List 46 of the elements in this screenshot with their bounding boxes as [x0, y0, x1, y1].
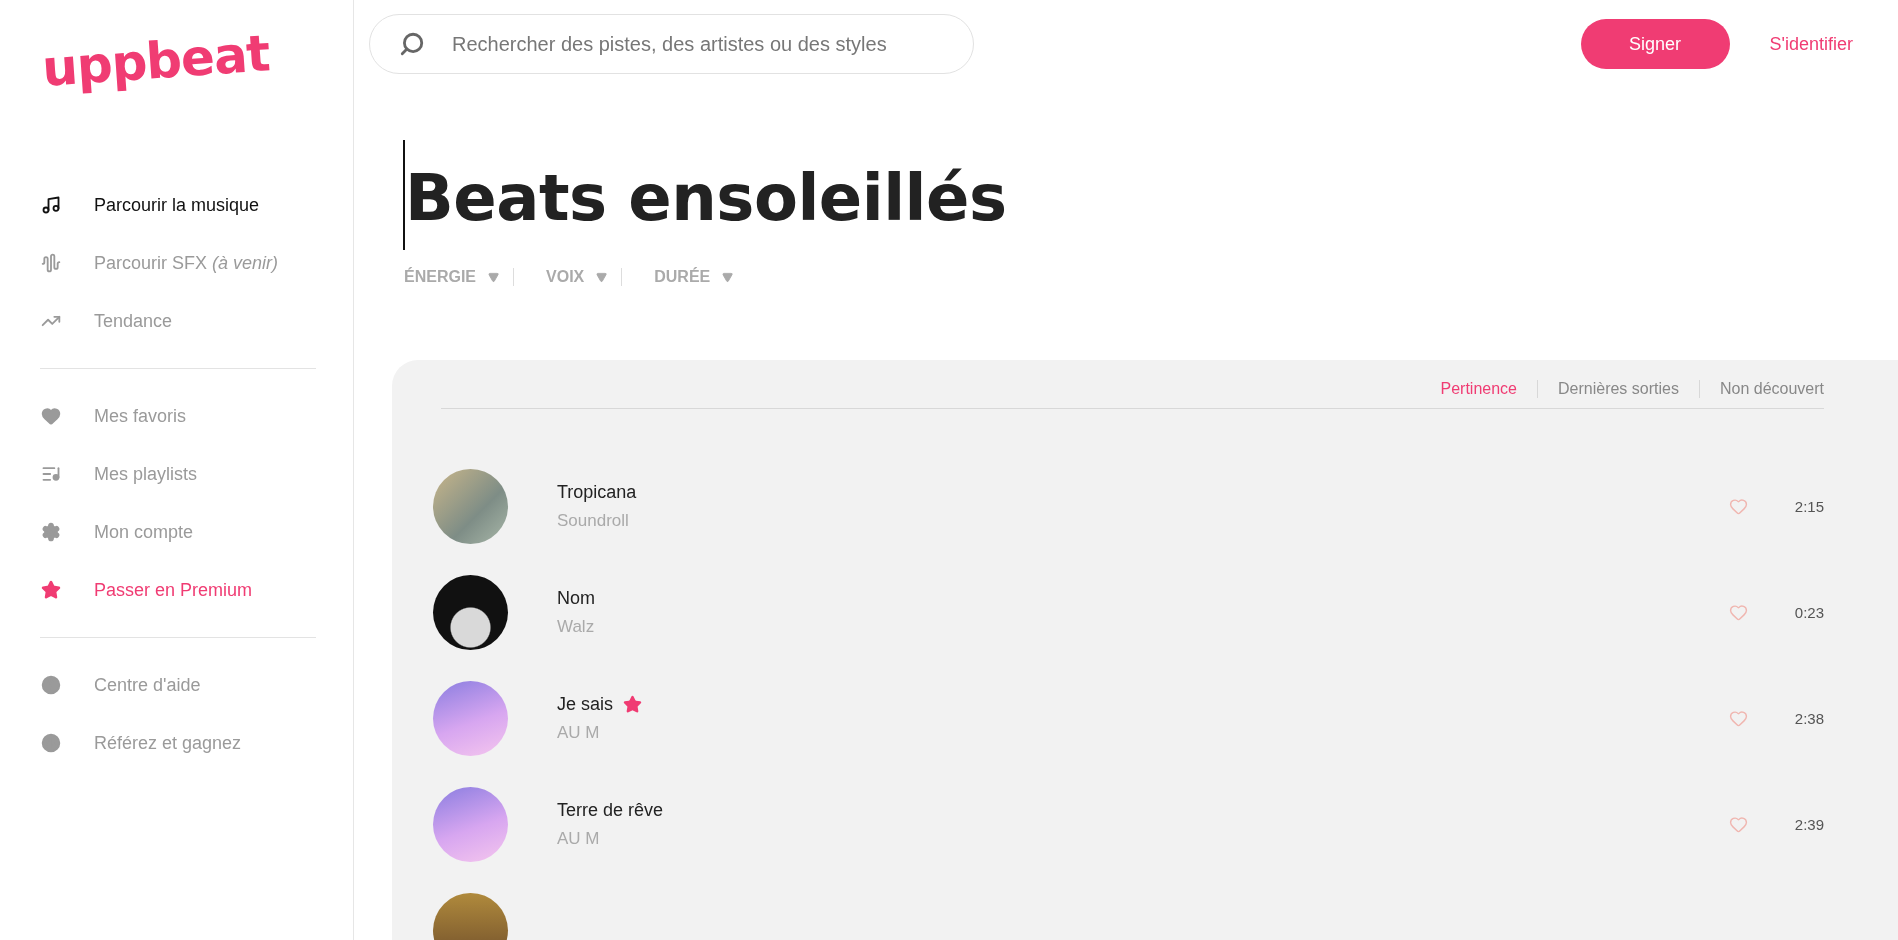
playlist-icon: [41, 464, 61, 484]
sort-tab[interactable]: Pertinence: [1420, 380, 1537, 398]
artist-name[interactable]: AU M: [557, 828, 1729, 849]
sort-tab[interactable]: Non découvert: [1698, 380, 1824, 398]
artist-name[interactable]: Walz: [557, 616, 1729, 637]
track-title[interactable]: Terre de rêve: [557, 799, 664, 821]
track-title[interactable]: Je sais: [557, 693, 614, 715]
settings-icon: [41, 522, 61, 542]
track-duration: 2:39: [1793, 815, 1824, 833]
filter-dropdown[interactable]: VOIX: [546, 268, 623, 286]
track-title[interactable]: Nom: [557, 587, 595, 609]
caret-icon: [596, 271, 608, 283]
waveform-icon: [41, 253, 61, 273]
sidebar-item[interactable]: Centre d'aide: [40, 656, 353, 714]
sidebar-item[interactable]: Mes playlists: [40, 445, 353, 503]
track-duration: 0:23: [1793, 603, 1824, 621]
sidebar-item[interactable]: Passer en Premium: [40, 561, 353, 619]
sidebar-item[interactable]: Référez et gagnez: [40, 714, 353, 772]
sort-tab[interactable]: Dernières sorties: [1537, 380, 1699, 398]
heart-icon: [41, 406, 61, 426]
star-icon: [41, 580, 61, 600]
search-field[interactable]: Rechercher des pistes, des artistes ou des styles: [369, 14, 974, 74]
artist-name[interactable]: Soundroll: [557, 510, 1729, 531]
sidebar-item[interactable]: Tendance: [40, 292, 353, 350]
like-button[interactable]: [1729, 708, 1748, 728]
login-link[interactable]: S'identifier: [1769, 33, 1853, 55]
sidebar-item[interactable]: Mon compte: [40, 503, 353, 561]
page-title: Beats ensoleillés: [405, 161, 1007, 235]
filter-dropdown[interactable]: DURÉE: [654, 268, 748, 286]
like-button[interactable]: [1729, 602, 1748, 622]
music-note-icon: [41, 195, 61, 215]
sidebar-item[interactable]: Parcourir la musique: [40, 176, 353, 234]
caret-icon: [488, 271, 499, 283]
logo[interactable]: uppbeat: [40, 28, 271, 94]
track-duration: 2:38: [1793, 709, 1824, 727]
track-duration: 2:15: [1793, 497, 1824, 515]
like-button[interactable]: [1729, 496, 1748, 516]
search-icon: [399, 31, 425, 57]
like-button[interactable]: [1729, 814, 1748, 834]
track-title[interactable]: Tropicana: [557, 481, 637, 503]
artist-name[interactable]: AU M: [557, 722, 1729, 743]
sidebar-item[interactable]: Parcourir SFX (à venir): [40, 234, 353, 292]
caret-icon: [722, 271, 734, 283]
sign-up-button[interactable]: Signer: [1580, 19, 1730, 69]
sidebar-item[interactable]: Mes favoris: [40, 387, 353, 445]
filter-dropdown[interactable]: ÉNERGIE: [404, 268, 514, 286]
